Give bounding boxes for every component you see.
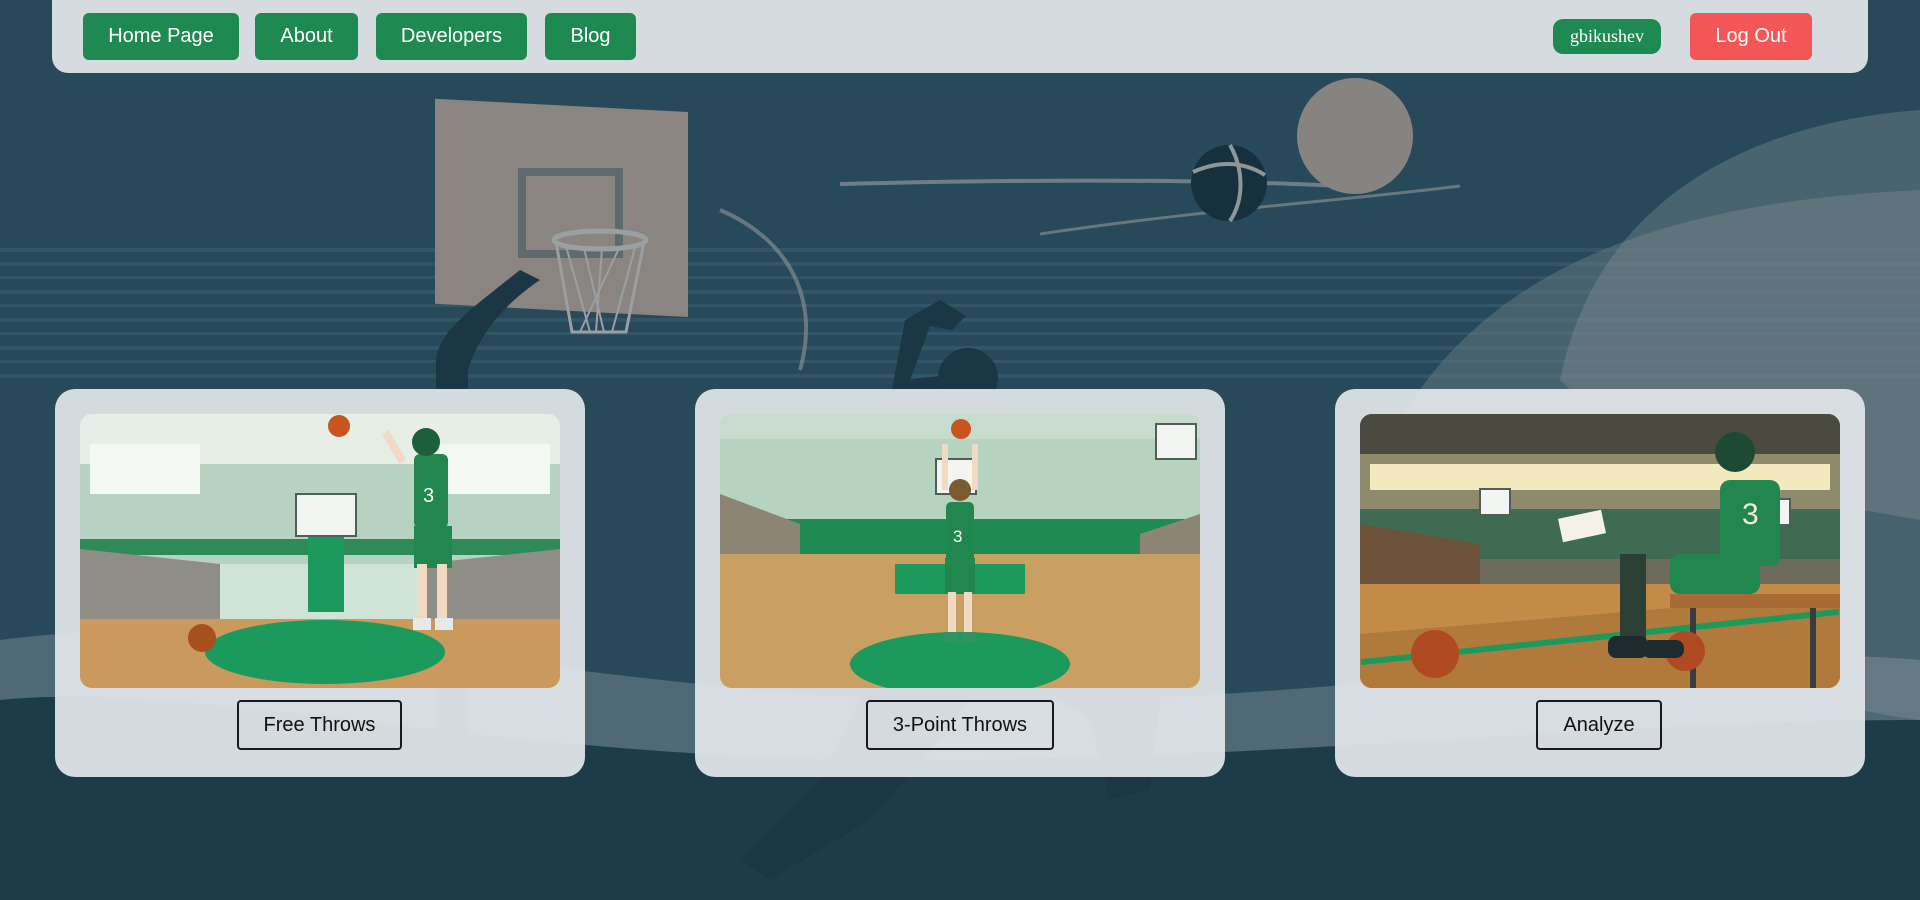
three-point-throws-button[interactable]: 3-Point Throws <box>866 700 1054 750</box>
free-throws-image[interactable]: 3 <box>80 414 560 688</box>
free-throws-button[interactable]: Free Throws <box>237 700 402 750</box>
three-point-throws-image[interactable]: 3 <box>720 414 1200 688</box>
blog-button[interactable]: Blog <box>545 13 636 60</box>
username-badge[interactable]: gbikushev <box>1553 19 1661 54</box>
home-page-button[interactable]: Home Page <box>83 13 239 60</box>
svg-text:3: 3 <box>423 485 434 507</box>
top-navbar: Home Page About Developers Blog gbikushe… <box>52 0 1868 73</box>
analyze-card: 3 Analyze <box>1335 389 1865 777</box>
free-throws-card: 3 Free Throws <box>55 389 585 777</box>
svg-text:3: 3 <box>1742 498 1759 531</box>
svg-text:3: 3 <box>953 527 962 546</box>
analyze-button[interactable]: Analyze <box>1536 700 1662 750</box>
logout-button[interactable]: Log Out <box>1690 13 1812 60</box>
three-point-throws-card: 3 3-Point Throws <box>695 389 1225 777</box>
analyze-image[interactable]: 3 <box>1360 414 1840 688</box>
about-button[interactable]: About <box>255 13 358 60</box>
developers-button[interactable]: Developers <box>376 13 527 60</box>
